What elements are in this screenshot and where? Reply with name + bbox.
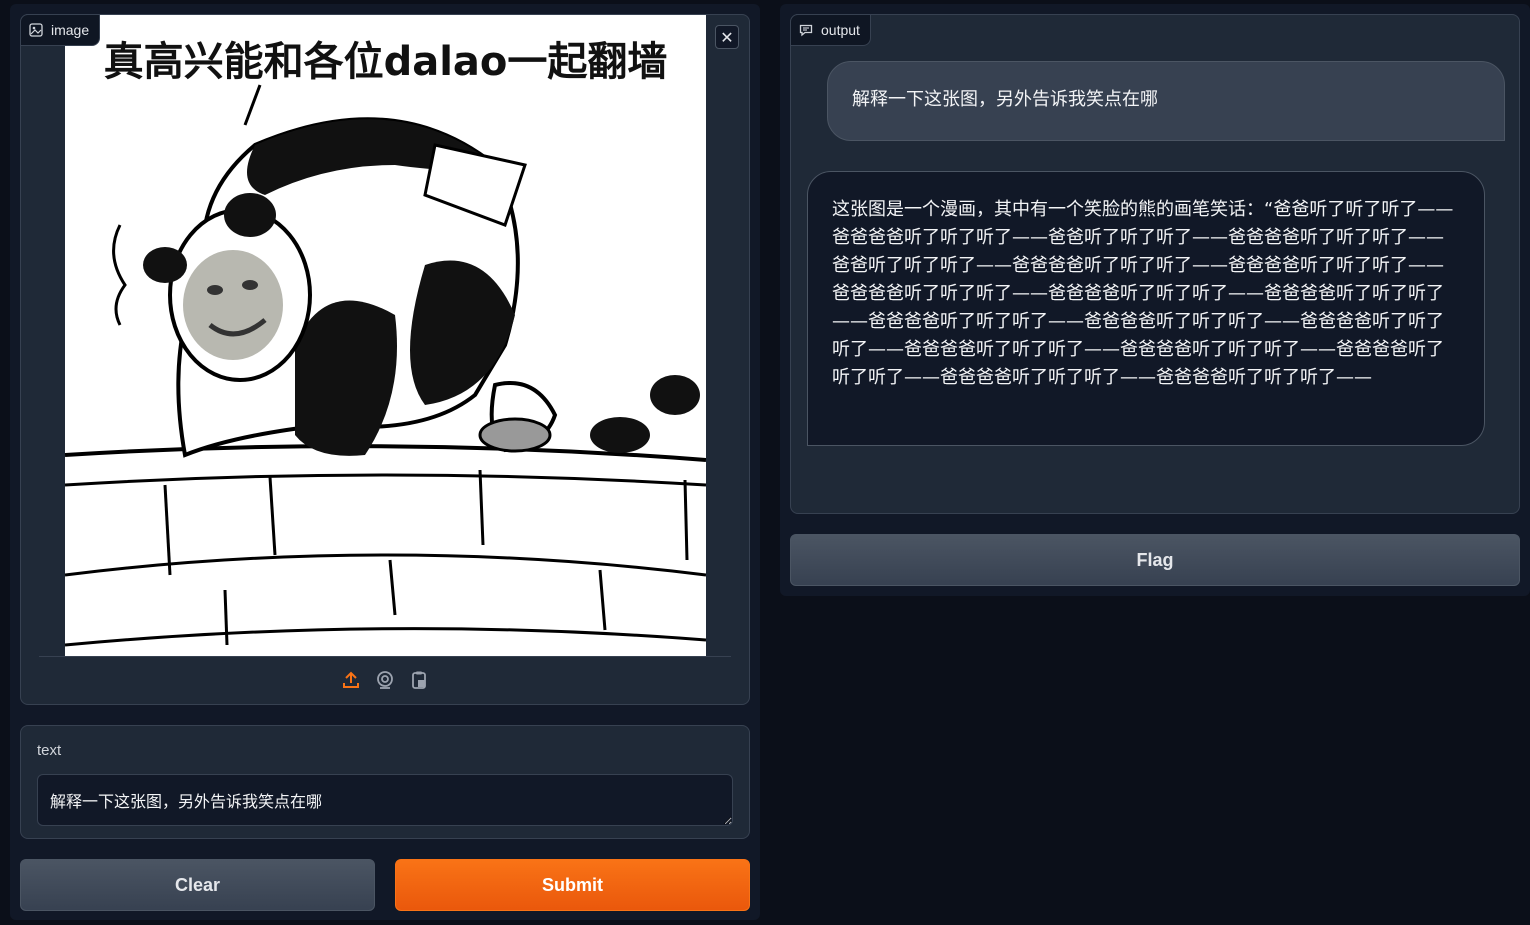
upload-icon[interactable] [339,668,363,692]
flag-button[interactable]: Flag [790,534,1520,586]
input-column: 真高兴能和各位dalao一起翻墙 image ✕ text Clear Subm… [10,4,760,920]
image-label: image [51,22,90,38]
chatbot-output-panel: output 解释一下这张图，另外告诉我笑点在哪 这张图是一个漫画，其中有一个笑… [790,14,1520,514]
submit-button[interactable]: Submit [395,859,750,911]
output-column: output 解释一下这张图，另外告诉我笑点在哪 这张图是一个漫画，其中有一个笑… [780,4,1530,596]
image-input-panel: 真高兴能和各位dalao一起翻墙 image ✕ [20,14,750,705]
close-icon[interactable]: ✕ [715,25,739,49]
image-icon [29,23,43,37]
text-input[interactable] [37,774,733,826]
output-label: output [821,22,860,38]
image-source-selector [21,668,749,694]
clipboard-icon[interactable] [407,668,431,692]
uploaded-image-preview: 真高兴能和各位dalao一起翻墙 [65,15,706,656]
user-message: 解释一下这张图，另外告诉我笑点在哪 [827,61,1505,141]
webcam-icon[interactable] [373,668,397,692]
clear-button[interactable]: Clear [20,859,375,911]
meme-illustration [65,84,706,647]
text-input-panel: text [20,725,750,839]
output-label-tag: output [790,14,871,46]
text-label: text [37,742,62,759]
bot-message: 这张图是一个漫画，其中有一个笑脸的熊的画笔笑话：“爸爸听了听了听了——爸爸爸爸听… [807,171,1485,446]
meme-caption: 真高兴能和各位dalao一起翻墙 [103,39,668,85]
divider [39,656,731,657]
chat-icon [799,23,813,37]
image-label-tag: image [20,14,101,46]
